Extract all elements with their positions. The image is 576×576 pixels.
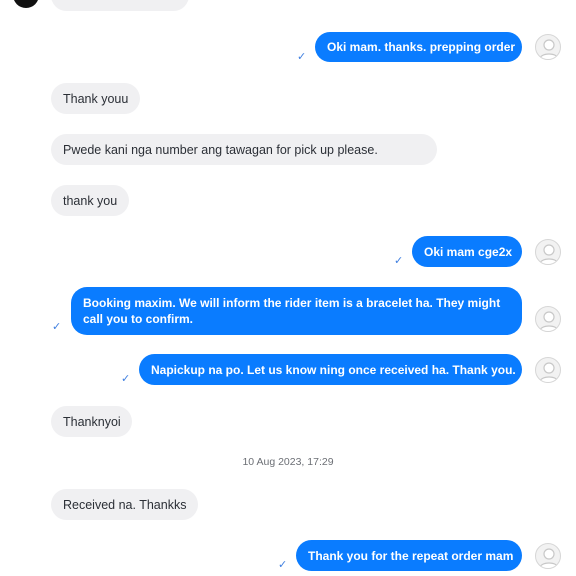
- user-avatar-icon[interactable]: [535, 34, 561, 60]
- message-text: Pwede kani nga number ang tawagan for pi…: [63, 142, 378, 157]
- incoming-message-bubble: Thanknyoi: [51, 406, 132, 437]
- outgoing-message-bubble: Napickup na po. Let us know ning once re…: [139, 354, 522, 385]
- message-text: Booking maxim. We will inform the rider …: [83, 296, 501, 326]
- read-check-icon: ✓: [278, 559, 288, 571]
- read-check-icon: ✓: [52, 321, 62, 333]
- incoming-message-bubble: thank you: [51, 185, 129, 216]
- message-text: Oki mam cge2x: [424, 244, 513, 259]
- message-text: Thank youu: [63, 91, 129, 106]
- message-text: Received na. Thankks: [63, 497, 187, 512]
- read-check-icon: ✓: [394, 255, 404, 267]
- incoming-message-bubble: Thank youu: [51, 83, 140, 114]
- user-avatar-icon[interactable]: [535, 239, 561, 265]
- message-text: Thanknyoi: [63, 414, 121, 429]
- outgoing-message-bubble: Booking maxim. We will inform the rider …: [71, 287, 522, 335]
- incoming-message-bubble: Received na. Thankks: [51, 489, 198, 520]
- chat-thread: ✓ Oki mam. thanks. prepping order Thank …: [0, 0, 576, 576]
- message-text: thank you: [63, 193, 118, 208]
- user-avatar-icon[interactable]: [535, 357, 561, 383]
- incoming-message-bubble: [51, 0, 189, 11]
- message-text: Oki mam. thanks. prepping order: [327, 40, 516, 54]
- user-avatar-icon[interactable]: [535, 306, 561, 332]
- read-check-icon: ✓: [297, 51, 307, 63]
- incoming-message-bubble: Pwede kani nga number ang tawagan for pi…: [51, 134, 437, 165]
- outgoing-message-bubble: Thank you for the repeat order mam: [296, 540, 522, 571]
- contact-avatar[interactable]: [13, 0, 39, 8]
- user-avatar-icon[interactable]: [535, 543, 561, 569]
- message-text: Napickup na po. Let us know ning once re…: [151, 362, 516, 377]
- outgoing-message-bubble: Oki mam cge2x: [412, 236, 522, 267]
- message-text: Thank you for the repeat order mam: [308, 548, 514, 563]
- date-separator: 10 Aug 2023, 17:29: [242, 456, 334, 468]
- read-check-icon: ✓: [121, 373, 131, 385]
- outgoing-message-bubble: Oki mam. thanks. prepping order: [315, 32, 522, 62]
